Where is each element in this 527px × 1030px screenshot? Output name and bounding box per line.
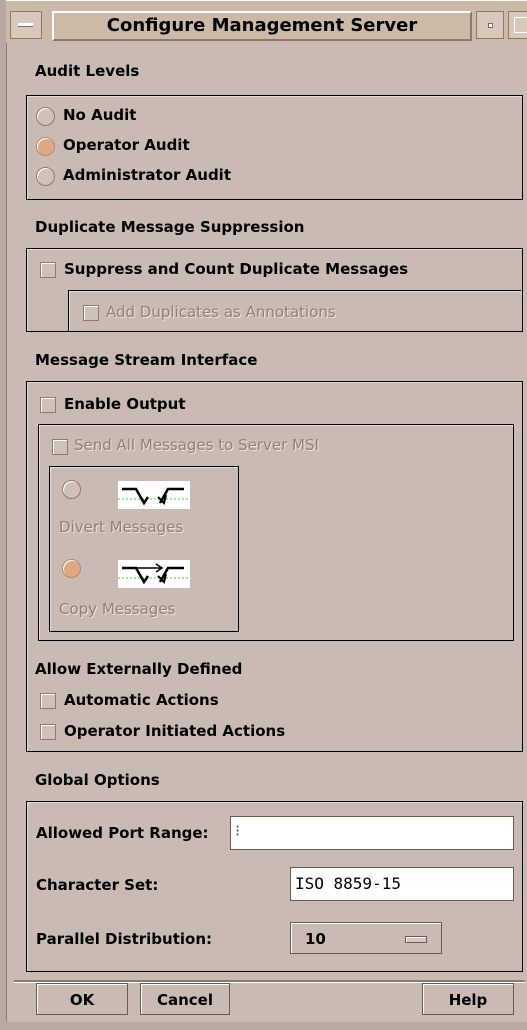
global-options-label: Global Options bbox=[35, 771, 160, 789]
suppress-duplicates-label[interactable]: Suppress and Count Duplicate Messages bbox=[64, 260, 408, 278]
window-title[interactable]: Configure Management Server bbox=[52, 11, 472, 41]
operator-audit-label[interactable]: Operator Audit bbox=[63, 136, 190, 154]
automatic-actions-checkbox[interactable] bbox=[40, 693, 56, 709]
port-range-label: Allowed Port Range: bbox=[36, 824, 209, 842]
automatic-actions-label[interactable]: Automatic Actions bbox=[64, 691, 219, 709]
send-all-label[interactable]: Send All Messages to Server MSI bbox=[74, 436, 319, 454]
no-audit-radio[interactable] bbox=[36, 107, 55, 126]
parallel-distribution-select[interactable]: 10 bbox=[290, 922, 442, 954]
operator-initiated-actions-checkbox[interactable] bbox=[40, 724, 56, 740]
msi-label: Message Stream Interface bbox=[35, 351, 258, 369]
send-all-checkbox[interactable] bbox=[52, 439, 68, 455]
enable-output-checkbox[interactable] bbox=[40, 397, 56, 413]
suppress-duplicates-checkbox[interactable] bbox=[40, 262, 56, 278]
divert-messages-radio[interactable] bbox=[62, 480, 81, 499]
title-bar: Configure Management Server bbox=[6, 0, 527, 43]
window-left-edge bbox=[0, 0, 7, 1030]
audit-levels-label: Audit Levels bbox=[35, 62, 140, 80]
character-set-label: Character Set: bbox=[36, 876, 159, 894]
add-annotations-checkbox[interactable] bbox=[83, 305, 99, 321]
minimize-button[interactable] bbox=[476, 11, 504, 39]
enable-output-label[interactable]: Enable Output bbox=[64, 395, 186, 413]
port-range-input[interactable]: ⁝ bbox=[230, 816, 514, 850]
character-set-input[interactable]: ISO 8859-15 bbox=[290, 867, 514, 901]
operator-audit-radio[interactable] bbox=[36, 137, 55, 156]
parallel-distribution-value: 10 bbox=[305, 930, 326, 948]
copy-messages-label[interactable]: Copy Messages bbox=[59, 600, 175, 618]
operator-initiated-actions-label[interactable]: Operator Initiated Actions bbox=[64, 722, 285, 740]
ok-button[interactable]: OK bbox=[36, 983, 128, 1015]
divert-messages-icon bbox=[118, 481, 190, 509]
help-button[interactable]: Help bbox=[422, 983, 514, 1015]
option-menu-indicator-icon bbox=[405, 936, 427, 943]
cancel-button[interactable]: Cancel bbox=[140, 983, 230, 1015]
window-menu-button[interactable] bbox=[10, 11, 42, 39]
allow-externally-defined-label: Allow Externally Defined bbox=[35, 660, 243, 678]
maximize-button[interactable] bbox=[508, 11, 527, 39]
add-annotations-label[interactable]: Add Duplicates as Annotations bbox=[106, 303, 336, 321]
divert-messages-label[interactable]: Divert Messages bbox=[59, 518, 183, 536]
text-cursor-icon: ⁝ bbox=[235, 821, 241, 840]
character-set-value: ISO 8859-15 bbox=[295, 874, 401, 893]
no-audit-label[interactable]: No Audit bbox=[63, 106, 136, 124]
duplicate-suppression-label: Duplicate Message Suppression bbox=[35, 218, 305, 236]
copy-messages-icon bbox=[118, 560, 190, 588]
window-bottom-edge bbox=[0, 1022, 527, 1030]
administrator-audit-label[interactable]: Administrator Audit bbox=[63, 166, 231, 184]
administrator-audit-radio[interactable] bbox=[36, 167, 55, 186]
parallel-distribution-label: Parallel Distribution: bbox=[36, 930, 212, 948]
copy-messages-radio[interactable] bbox=[62, 559, 81, 578]
